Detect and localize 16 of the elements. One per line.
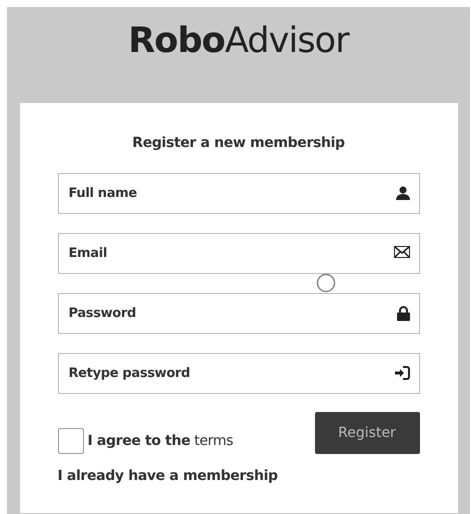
terms-checkbox[interactable] [58, 428, 84, 454]
input-field[interactable]: Retype password [58, 353, 420, 394]
cursor-icon [316, 273, 336, 293]
logo: RoboAdvisor [128, 20, 349, 63]
input-field[interactable]: Email [58, 233, 420, 274]
agree-label: I agree to the [88, 432, 190, 450]
input-field[interactable]: Password [58, 293, 420, 334]
login-link[interactable]: I already have a membership [58, 466, 420, 487]
sign-in-icon [394, 366, 410, 380]
register-button[interactable]: Register [314, 412, 420, 454]
terms-link[interactable]: terms [194, 430, 234, 452]
lock-icon [396, 306, 410, 321]
input-field[interactable]: Full name [58, 173, 420, 214]
envelope-icon [394, 246, 410, 258]
user-icon [396, 186, 410, 200]
card-title: Register a new membership [131, 134, 346, 153]
